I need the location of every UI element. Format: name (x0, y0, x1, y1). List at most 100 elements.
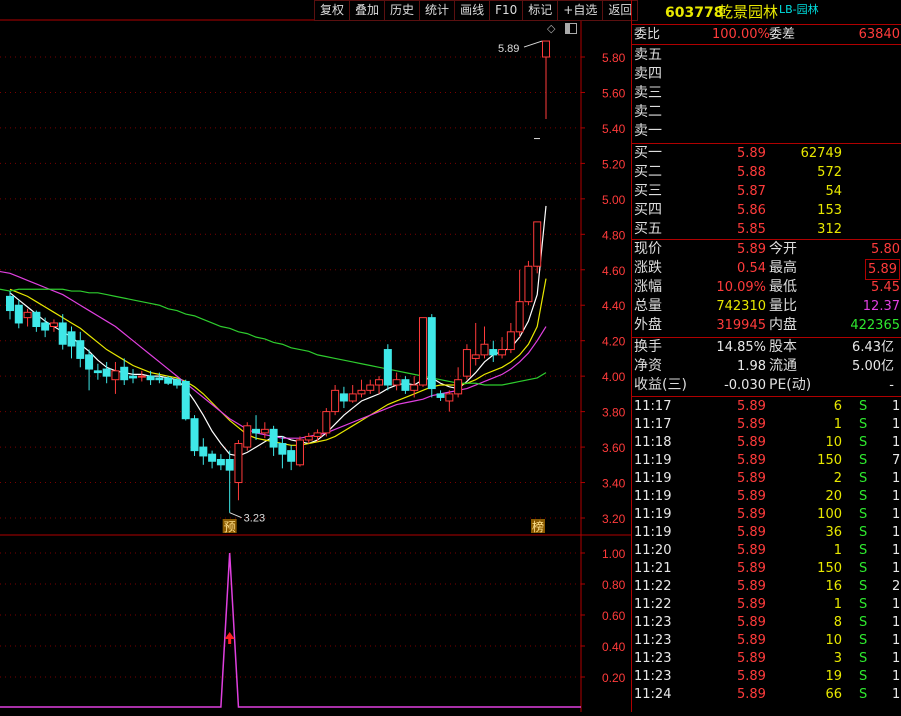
candle-body-down (14, 304, 23, 324)
tick-row[interactable]: 11:24 5.89 66 S 1 (632, 686, 901, 704)
tick-side: S (859, 669, 868, 684)
toolbar-button-stats[interactable]: 统计 (419, 0, 455, 21)
sell-level-row[interactable]: 卖三 (632, 84, 901, 103)
tick-volume: 19 (825, 669, 842, 684)
tick-row[interactable]: 11:19 5.89 100 S 1 (632, 506, 901, 524)
toolbar-button-history[interactable]: 历史 (384, 0, 420, 21)
candle-body-up (23, 311, 32, 319)
candle-body-down (85, 354, 94, 370)
candle-body-down (155, 377, 164, 381)
tick-row[interactable]: 11:19 5.89 20 S 1 (632, 488, 901, 506)
tick-row[interactable]: 11:17 5.89 1 S 1 (632, 416, 901, 434)
toolbar-button-f10[interactable]: F10 (489, 0, 523, 21)
tick-side: S (859, 579, 868, 594)
tick-row[interactable]: 11:19 5.89 36 S 1 (632, 524, 901, 542)
candle-body-up (304, 435, 313, 441)
tick-price: 5.89 (737, 399, 766, 414)
candle-body-up (445, 393, 454, 402)
buy-level-volume: 312 (817, 222, 842, 237)
candle-body-down (287, 450, 296, 462)
candle-body-down (58, 322, 67, 345)
buy-level-row[interactable]: 买一 5.89 62749 (632, 144, 901, 163)
diamond-icon[interactable]: ◇ (547, 22, 555, 35)
tick-count: 1 (892, 669, 901, 684)
fund-label: 收益(三) (634, 377, 687, 393)
window-icon[interactable] (565, 23, 577, 34)
tick-row[interactable]: 11:17 5.89 6 S 1 (632, 398, 901, 416)
high-pointer-line (523, 40, 543, 48)
candle-body-down (67, 331, 76, 347)
tick-row[interactable]: 11:22 5.89 16 S 2 (632, 578, 901, 596)
candle-body-up (454, 379, 463, 395)
tick-volume: 36 (825, 525, 842, 540)
fund-row: 换手 14.85% 股本 6.43亿 (632, 338, 901, 357)
tick-row[interactable]: 11:23 5.89 10 S 1 (632, 632, 901, 650)
kline-svg[interactable]: 5.80 5.60 5.40 5.20 5.00 4.80 4.60 4.40 4.20 4.00… (0, 0, 631, 712)
candle-body-down (225, 458, 234, 471)
buy-level-price: 5.88 (737, 165, 766, 180)
event-marker-label[interactable]: 预 (224, 520, 236, 534)
tick-side: S (859, 561, 868, 576)
toolbar-button-mark[interactable]: 标记 (522, 0, 558, 21)
stock-sector-tag[interactable]: LB-园林 (779, 0, 819, 19)
buy-level-row[interactable]: 买二 5.88 572 (632, 163, 901, 182)
toolbar-button-add-watchlist[interactable]: +自选 (557, 0, 603, 21)
tick-row[interactable]: 11:19 5.89 2 S 1 (632, 470, 901, 488)
candle-body-up (234, 443, 243, 484)
tick-price: 5.89 (737, 615, 766, 630)
event-marker-label[interactable]: 榜 (532, 519, 544, 534)
kline-chart[interactable]: 5.80 5.60 5.40 5.20 5.00 4.80 4.60 4.40 4.20 4.00… (0, 0, 631, 712)
tick-volume: 2 (833, 471, 842, 486)
tick-volume: 100 (817, 507, 842, 522)
indicator-tick-label: 0.20 (602, 671, 626, 685)
toolbar-button-draw[interactable]: 画线 (454, 0, 490, 21)
tick-time: 11:22 (634, 597, 672, 612)
tick-row[interactable]: 11:23 5.89 8 S 1 (632, 614, 901, 632)
buy-level-volume: 153 (817, 203, 842, 218)
buy-level-volume: 572 (817, 165, 842, 180)
tick-side: S (859, 399, 868, 414)
tick-row[interactable]: 11:18 5.89 10 S 1 (632, 434, 901, 452)
tick-volume: 66 (825, 687, 842, 702)
candle-body-down (190, 418, 199, 452)
tick-row[interactable]: 11:19 5.89 150 S 7 (632, 452, 901, 470)
buy-level-row[interactable]: 买三 5.87 54 (632, 182, 901, 201)
candle-body-down (436, 393, 445, 398)
tick-price: 5.89 (737, 669, 766, 684)
tick-price: 5.89 (737, 633, 766, 648)
quote-value: 0.54 (737, 261, 766, 276)
tick-row[interactable]: 11:23 5.89 3 S 1 (632, 650, 901, 668)
candle-body-down (172, 379, 181, 386)
tick-count: 1 (892, 507, 901, 522)
tick-count: 7 (892, 453, 901, 468)
candle-body-up (111, 370, 120, 381)
candle-body-down (252, 428, 261, 434)
candle-body-up (260, 428, 269, 434)
sell-level-label: 卖二 (634, 104, 662, 120)
candle-body-down (401, 379, 410, 391)
tick-row[interactable]: 11:22 5.89 1 S 1 (632, 596, 901, 614)
toolbar-button-fuquan[interactable]: 复权 (314, 0, 350, 21)
sell-level-row[interactable]: 卖四 (632, 65, 901, 84)
tick-side: S (859, 417, 868, 432)
weibi-value: 100.00% (712, 27, 770, 42)
tick-volume: 10 (825, 435, 842, 450)
signal-arrow-icon (224, 632, 235, 639)
tick-row[interactable]: 11:21 5.89 150 S 1 (632, 560, 901, 578)
buy-level-price: 5.86 (737, 203, 766, 218)
buy-level-row[interactable]: 买四 5.86 153 (632, 201, 901, 220)
sell-level-row[interactable]: 卖五 (632, 46, 901, 65)
tick-time: 11:19 (634, 525, 672, 540)
sell-level-row[interactable]: 卖一 (632, 122, 901, 141)
candle-body-up (366, 384, 375, 391)
tick-time: 11:22 (634, 579, 672, 594)
tick-row[interactable]: 11:23 5.89 19 S 1 (632, 668, 901, 686)
tick-row[interactable]: 11:20 5.89 1 S 1 (632, 542, 901, 560)
buy-level-row[interactable]: 买五 5.85 312 (632, 220, 901, 239)
price-tick-label: 4.40 (602, 299, 626, 313)
toolbar-button-overlay[interactable]: 叠加 (349, 0, 385, 21)
tick-count: 1 (892, 435, 901, 450)
quote-row: 涨幅 10.09% 最低 5.45 (632, 278, 901, 297)
tick-count: 1 (892, 417, 901, 432)
sell-level-row[interactable]: 卖二 (632, 103, 901, 122)
